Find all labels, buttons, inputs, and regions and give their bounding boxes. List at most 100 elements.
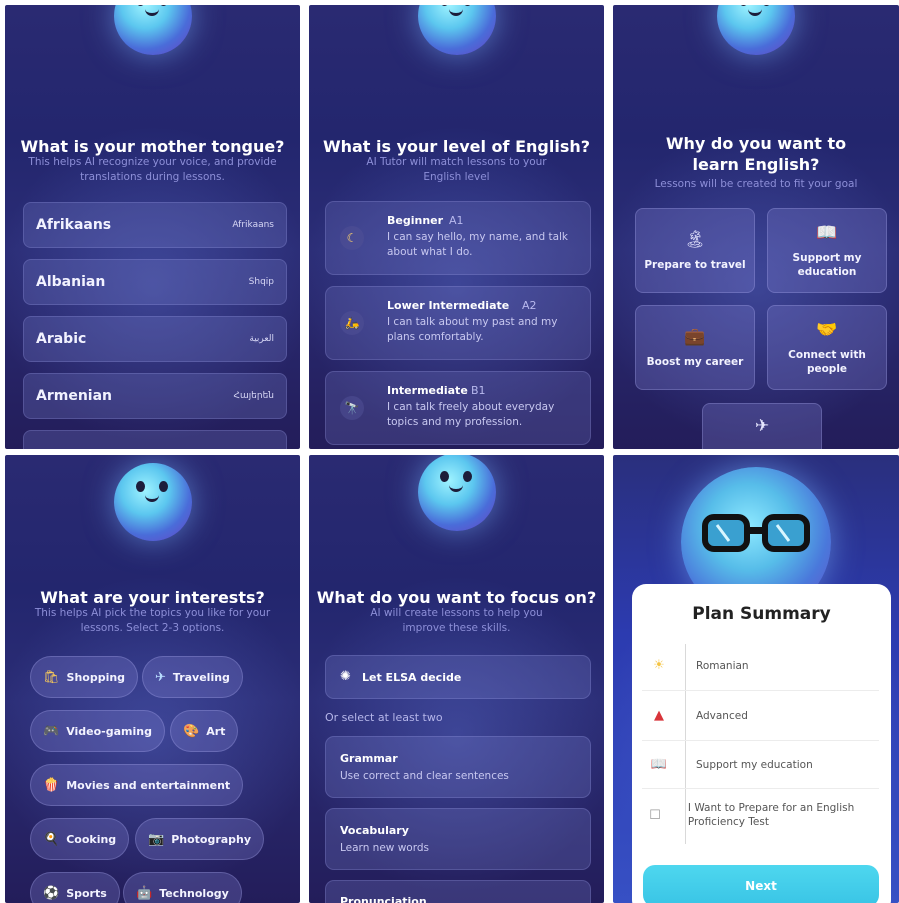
goal-option-connect[interactable]: 🤝 Connect with people	[767, 305, 887, 390]
moon-icon: ☾	[340, 226, 364, 250]
skill-option-pronunciation[interactable]: Pronunciation	[325, 880, 591, 903]
level-name: Beginner	[387, 214, 444, 227]
chart-icon: ▲	[654, 708, 664, 723]
skill-description: Use correct and clear sentences	[340, 770, 509, 782]
skill-title: Grammar	[340, 752, 398, 765]
chip-label: Video-gaming	[66, 724, 152, 738]
sun-icon: ☀	[653, 658, 665, 673]
book-icon: 📖	[650, 757, 668, 772]
let-elsa-decide-option[interactable]: ✺ Let ELSA decide	[325, 655, 591, 699]
page-title: What are your interests?	[40, 588, 265, 607]
skill-description: Learn new words	[340, 842, 430, 854]
summary-item: ☀ Romanian	[642, 641, 879, 691]
mascot-image	[113, 463, 192, 541]
summary-item-text: Support my education	[696, 758, 813, 771]
skill-option-grammar[interactable]: Grammar Use correct and clear sentences	[325, 736, 591, 798]
level-description: I can talk about my past and my plans co…	[387, 316, 558, 343]
telescope-icon: 🔭	[340, 396, 364, 420]
language-option-afrikaans[interactable]: Afrikaans Afrikaans	[23, 202, 287, 248]
language-name: Albanian	[36, 274, 106, 290]
goal-label: Boost my career	[646, 355, 744, 368]
next-button[interactable]: Next	[643, 865, 879, 903]
mascot-image	[417, 5, 496, 55]
page-title: What do you want to focus on?	[316, 588, 597, 607]
language-option-partial[interactable]	[23, 430, 287, 449]
page-subtitle: AI will create lessons to help you impro…	[370, 607, 543, 634]
chip-label: Cooking	[66, 832, 117, 846]
airplane-icon: ✈	[155, 669, 166, 685]
chip-label: Sports	[66, 886, 107, 900]
level-code: B1	[471, 384, 486, 397]
page-title: Why do you want to learn English?	[665, 134, 847, 174]
level-option-beginner[interactable]: ☾ Beginner A1 I can say hello, my name, …	[325, 201, 591, 275]
airplane-icon: ✈	[754, 416, 770, 436]
skill-title: Pronunciation	[340, 895, 427, 903]
level-description: I can say hello, my name, and talk about…	[387, 231, 569, 258]
level-name: Intermediate	[387, 384, 468, 397]
page-title: What is your level of English?	[322, 137, 591, 156]
ball-icon: ⚽	[43, 885, 60, 901]
interest-movies[interactable]: 🍿 Movies and entertainment	[30, 764, 244, 806]
interest-sports[interactable]: ⚽ Sports	[30, 872, 120, 903]
chip-label: Technology	[159, 886, 229, 900]
language-native-name: Հայերեն	[233, 391, 274, 401]
level-code: A1	[449, 214, 464, 227]
page-title: What is your mother tongue?	[20, 137, 285, 156]
language-name: Afrikaans	[36, 217, 112, 233]
language-option-armenian[interactable]: Armenian Հայերեն	[23, 373, 287, 419]
language-native-name: Afrikaans	[232, 220, 274, 230]
mascot-image	[113, 5, 192, 55]
island-icon: 🏝	[684, 229, 706, 250]
summary-item: ☐ I Want to Prepare for an English Profi…	[642, 789, 879, 841]
goal-option-career[interactable]: 💼 Boost my career	[635, 305, 755, 390]
language-option-albanian[interactable]: Albanian Shqip	[23, 259, 287, 305]
interest-cooking[interactable]: 🍳 Cooking	[30, 818, 130, 860]
handshake-icon: 🤝	[816, 319, 838, 340]
checkbox-icon: ☐	[649, 807, 661, 823]
interests-screen: What are your interests? This helps AI p…	[5, 455, 300, 903]
language-name: Arabic	[36, 331, 87, 347]
plan-summary-card: Plan Summary ☀ Romanian ▲ Advanced 📖 Sup…	[632, 584, 891, 903]
plan-summary-screen: Plan Summary ☀ Romanian ▲ Advanced 📖 Sup…	[613, 455, 899, 903]
summary-item-text: Romanian	[696, 659, 749, 672]
interest-shopping[interactable]: 🛍 Shopping	[30, 656, 139, 698]
interest-traveling[interactable]: ✈ Traveling	[142, 656, 243, 698]
chip-label: Art	[206, 724, 226, 738]
chip-label: Traveling	[172, 670, 230, 684]
interest-photography[interactable]: 📷 Photography	[135, 818, 265, 860]
page-subtitle: This helps AI pick the topics you like f…	[34, 607, 271, 634]
book-icon: 📖	[816, 222, 838, 243]
goal-label: Connect with people	[788, 348, 866, 375]
sparkle-icon: ✺	[340, 669, 351, 684]
interest-video-gaming[interactable]: 🎮 Video-gaming	[30, 710, 165, 752]
level-code: A2	[522, 299, 537, 312]
english-level-screen: What is your level of English? AI Tutor …	[309, 5, 604, 449]
goal-label: Prepare to travel	[644, 258, 746, 271]
interest-art[interactable]: 🎨 Art	[170, 710, 239, 752]
language-native-name: Shqip	[248, 277, 274, 287]
language-native-name: العربية	[249, 334, 274, 344]
cooking-icon: 🍳	[43, 831, 60, 847]
goal-option-education[interactable]: 📖 Support my education	[767, 208, 887, 293]
skill-option-vocabulary[interactable]: Vocabulary Learn new words	[325, 808, 591, 870]
level-option-lower-intermediate[interactable]: 🛵 Lower Intermediate A2 I can talk about…	[325, 286, 591, 360]
glasses-icon	[702, 514, 810, 552]
goal-option-travel[interactable]: 🏝 Prepare to travel	[635, 208, 755, 293]
goal-label: Support my education	[792, 251, 862, 278]
page-subtitle: Lessons will be created to fit your goal	[654, 178, 858, 190]
camera-icon: 📷	[148, 831, 165, 847]
interest-technology[interactable]: 🤖 Technology	[123, 872, 242, 903]
auto-option-label: Let ELSA decide	[362, 671, 462, 684]
language-option-arabic[interactable]: Arabic العربية	[23, 316, 287, 362]
summary-item-text: I Want to Prepare for an English Profici…	[687, 802, 855, 828]
goal-option-more[interactable]: ✈	[702, 403, 822, 449]
scooter-icon: 🛵	[340, 311, 364, 335]
chip-label: Shopping	[66, 670, 126, 684]
summary-item: ▲ Advanced	[642, 691, 879, 741]
page-subtitle: AI Tutor will match lessons to your Engl…	[366, 156, 547, 183]
learning-goal-screen: Why do you want to learn English? Lesson…	[613, 5, 899, 449]
shopping-bag-icon: 🛍	[43, 669, 60, 685]
level-description: I can talk freely about everyday topics …	[387, 401, 555, 428]
level-option-intermediate[interactable]: 🔭 Intermediate B1 I can talk freely abou…	[325, 371, 591, 445]
page-subtitle: This helps AI recognize your voice, and …	[28, 156, 277, 183]
